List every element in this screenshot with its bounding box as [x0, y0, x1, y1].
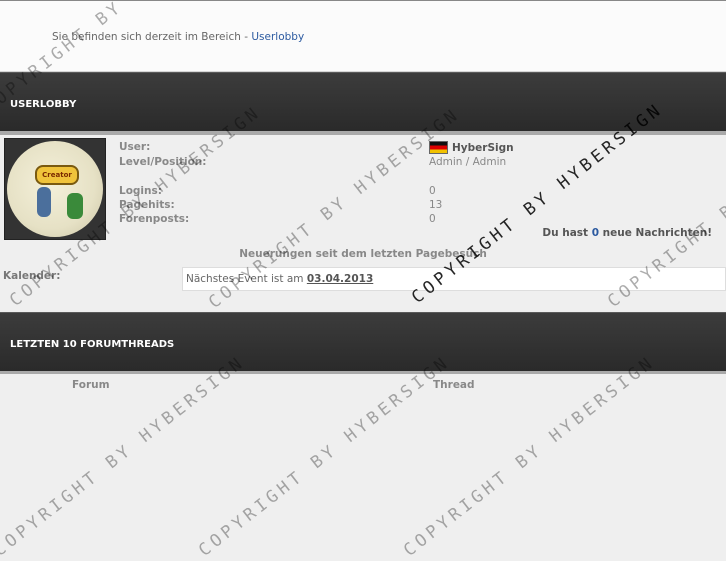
breadcrumb-prefix: Sie befinden sich derzeit im Bereich -: [52, 31, 252, 43]
avatar-badge: Creator: [35, 165, 79, 185]
level-value: Admin / Admin: [429, 156, 507, 168]
column-header-forum: Forum: [72, 379, 110, 391]
forumthreads-header: LETZTEN 10 FORUMTHREADS: [0, 312, 726, 375]
userlobby-panel: Creator User: Level/Position: Logins: Pa…: [0, 135, 726, 310]
messages-prefix: Du hast: [542, 227, 592, 239]
avatar[interactable]: Creator: [4, 138, 106, 240]
forumthreads-title: LETZTEN 10 FORUMTHREADS: [10, 339, 175, 350]
level-label: Level/Position:: [119, 156, 207, 168]
calendar-label: Kalender:: [3, 270, 61, 282]
logins-label: Logins:: [119, 185, 162, 197]
updates-heading: Neuerungen seit dem letzten Pagebesuch: [239, 248, 487, 260]
breadcrumb: Sie befinden sich derzeit im Bereich - U…: [52, 31, 304, 43]
pagehits-label: Pagehits:: [119, 199, 175, 211]
germany-flag-icon: [429, 141, 448, 154]
breadcrumb-link-userlobby[interactable]: Userlobby: [251, 31, 304, 43]
userlobby-title: USERLOBBY: [10, 99, 77, 110]
new-messages-notice[interactable]: Du hast 0 neue Nachrichten!: [542, 227, 712, 239]
username-link[interactable]: HyberSign: [429, 141, 514, 154]
top-bar: Sie befinden sich derzeit im Bereich - U…: [0, 0, 726, 72]
messages-count: 0: [591, 227, 600, 239]
userlobby-header: USERLOBBY: [0, 72, 726, 135]
calendar-event-date[interactable]: 03.04.2013: [307, 273, 373, 285]
forenposts-label: Forenposts:: [119, 213, 190, 225]
avatar-figure: [37, 187, 51, 217]
avatar-image: Creator: [7, 141, 103, 237]
forenposts-value: 0: [429, 213, 436, 225]
user-label: User:: [119, 141, 151, 153]
column-header-thread: Thread: [433, 379, 475, 391]
calendar-text: Nächstes Event ist am 03.04.2013: [186, 273, 373, 285]
username: HyberSign: [452, 141, 514, 154]
messages-suffix: neue Nachrichten!: [599, 227, 712, 239]
calendar-event-text: Nächstes Event ist am: [186, 273, 307, 285]
avatar-figure: [67, 193, 83, 219]
calendar-box: Nächstes Event ist am 03.04.2013: [182, 267, 726, 291]
pagehits-value: 13: [429, 199, 443, 211]
threads-table-header: Forum Thread: [0, 374, 726, 419]
logins-value: 0: [429, 185, 436, 197]
